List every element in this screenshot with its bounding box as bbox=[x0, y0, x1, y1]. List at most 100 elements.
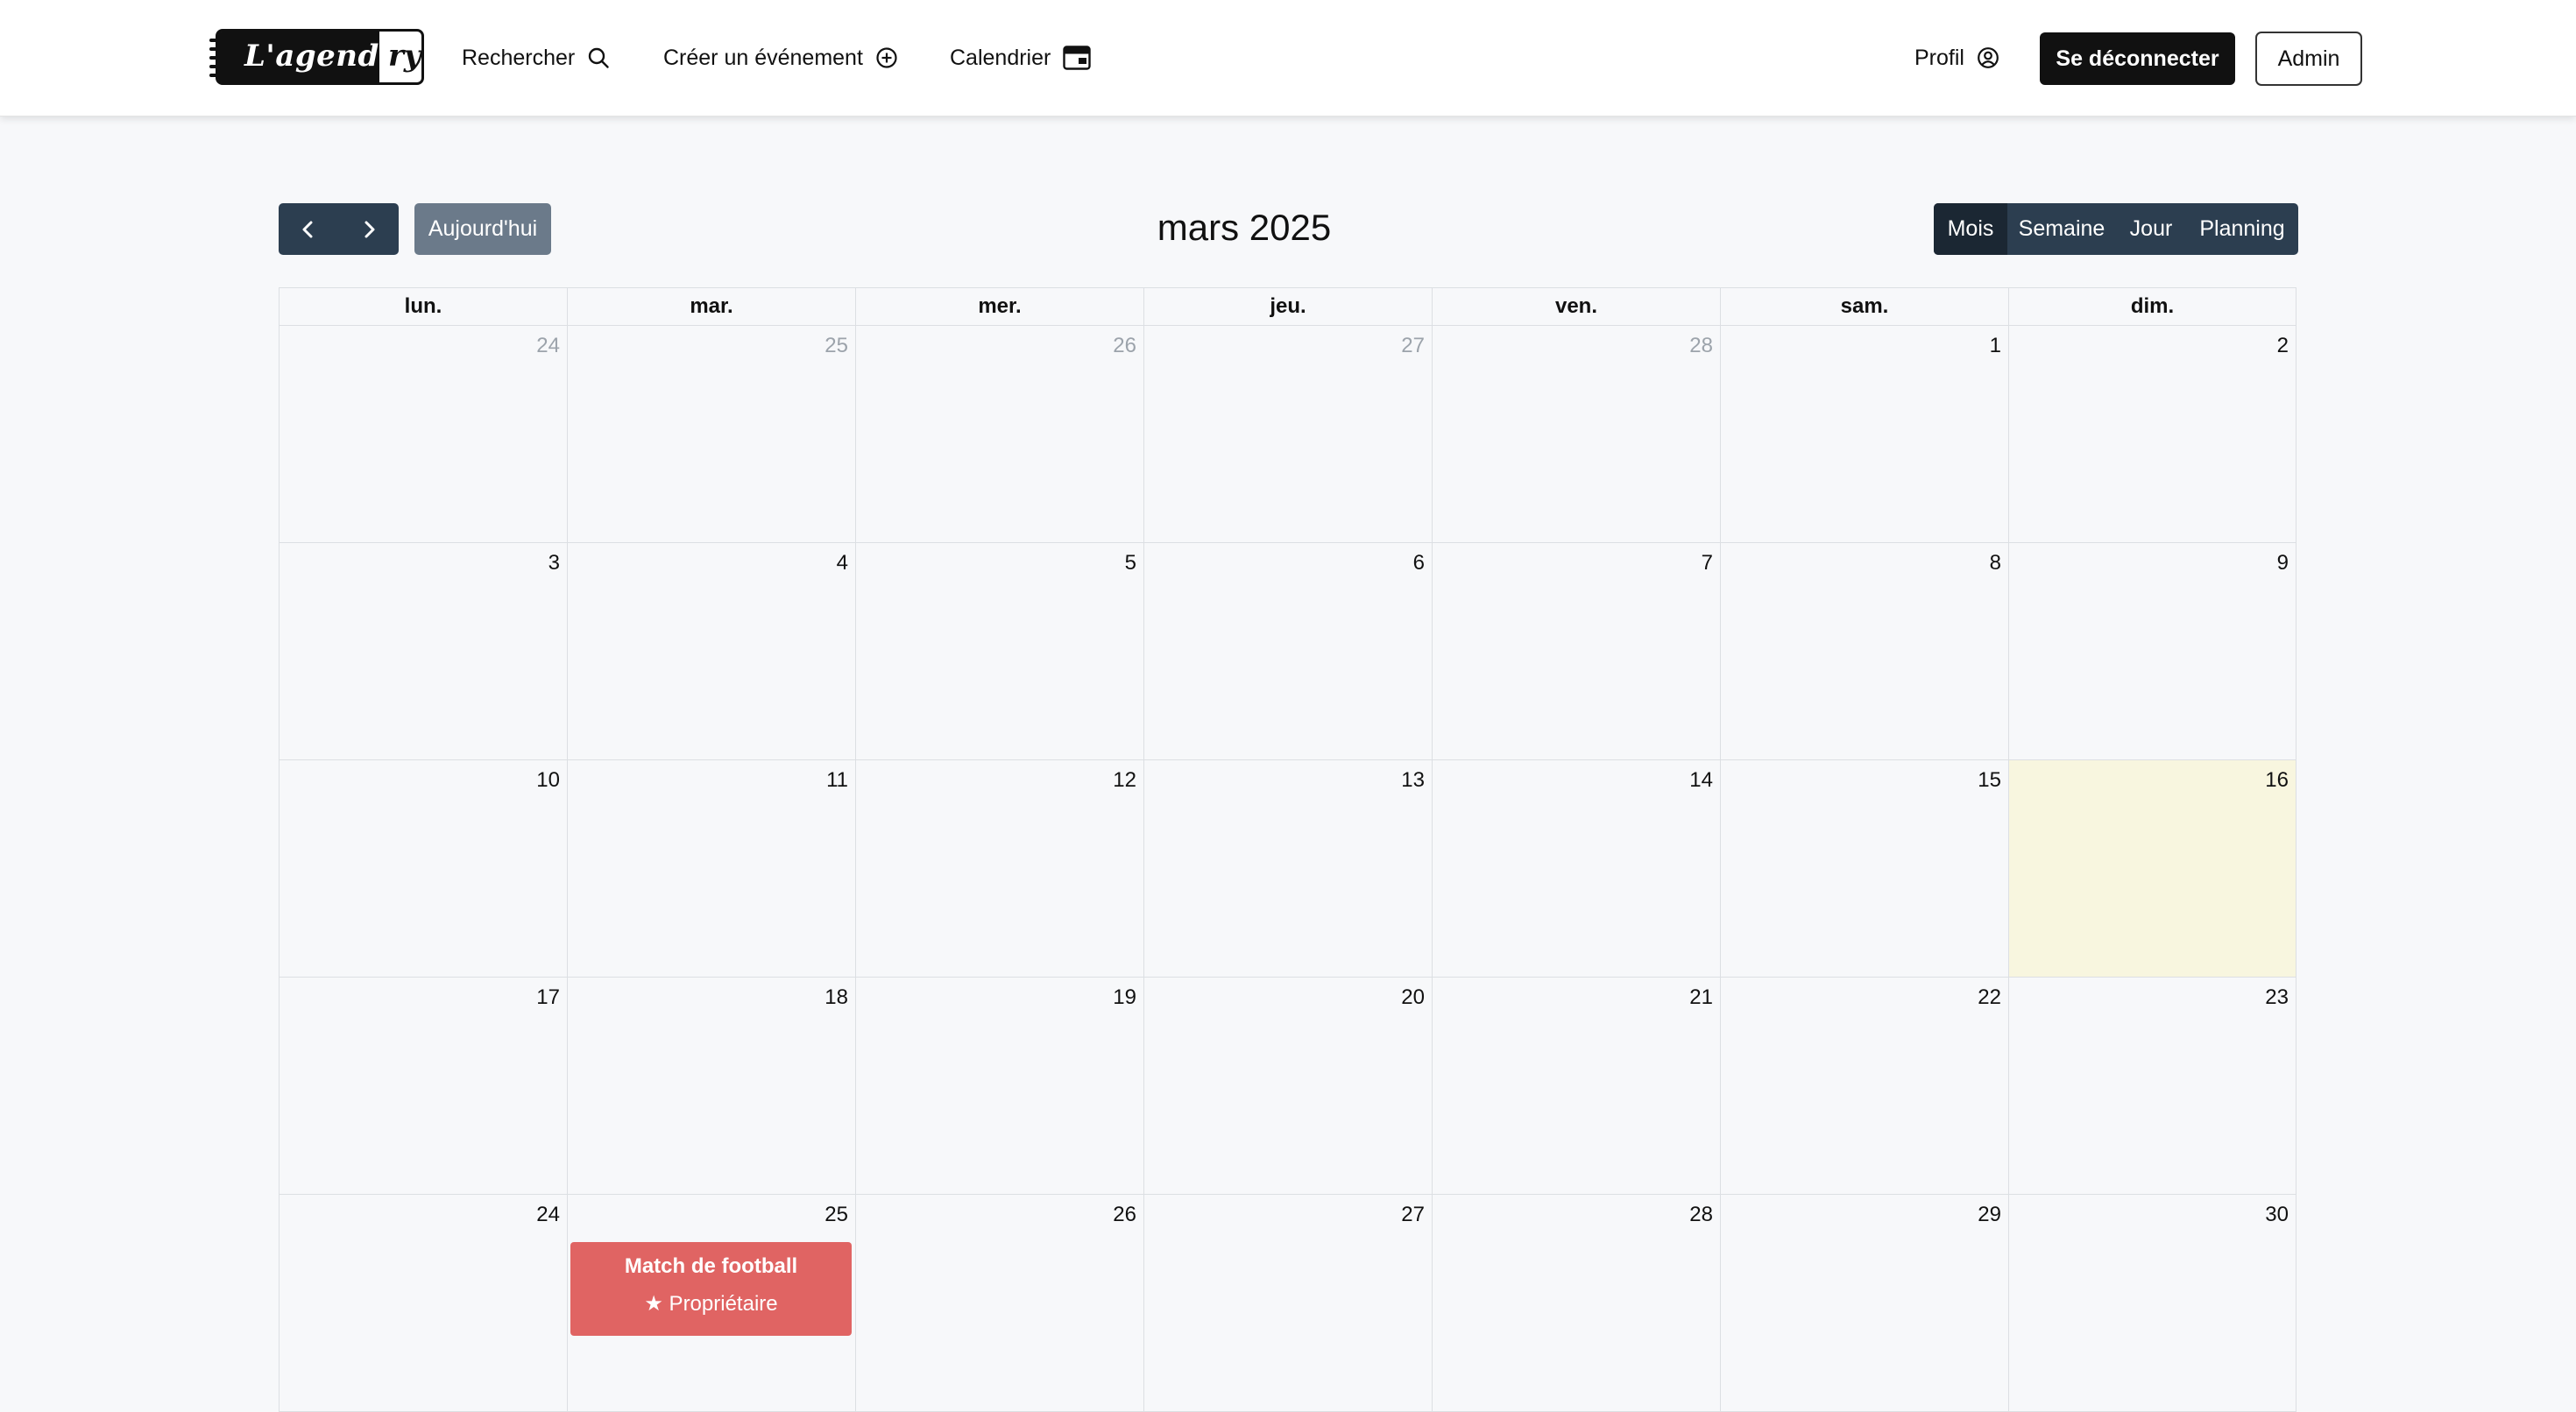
calendar-icon bbox=[1063, 46, 1092, 70]
day-number[interactable]: 9 bbox=[2277, 551, 2289, 575]
nav-search-label: Rechercher bbox=[462, 45, 576, 70]
weekday-header: jeu. bbox=[1143, 287, 1432, 326]
day-cell[interactable]: 7 bbox=[1432, 543, 1720, 760]
nav-calendar[interactable]: Calendrier bbox=[950, 40, 1092, 75]
day-number[interactable]: 15 bbox=[1978, 768, 2001, 793]
day-cell[interactable]: 9 bbox=[2008, 543, 2296, 760]
day-number[interactable]: 11 bbox=[826, 768, 848, 793]
day-cell[interactable]: 25 Match de football ★ Propriétaire bbox=[567, 1195, 855, 1412]
day-cell[interactable]: 2 bbox=[2008, 326, 2296, 543]
brand-logo[interactable]: L'agenda ry bbox=[209, 29, 424, 85]
day-number[interactable]: 3 bbox=[548, 551, 560, 575]
day-cell[interactable]: 5 bbox=[855, 543, 1143, 760]
day-number[interactable]: 16 bbox=[2265, 768, 2289, 793]
day-cell[interactable]: 6 bbox=[1143, 543, 1432, 760]
day-cell[interactable]: 10 bbox=[279, 760, 567, 978]
day-number[interactable]: 4 bbox=[837, 551, 848, 575]
day-number[interactable]: 26 bbox=[1113, 1203, 1136, 1227]
day-cell[interactable]: 11 bbox=[567, 760, 855, 978]
weekday-header-row: lun. mar. mer. jeu. ven. sam. dim. bbox=[279, 287, 2298, 326]
day-number[interactable]: 5 bbox=[1125, 551, 1136, 575]
day-cell[interactable]: 1 bbox=[1720, 326, 2008, 543]
day-number[interactable]: 25 bbox=[824, 334, 848, 358]
day-cell[interactable]: 17 bbox=[279, 978, 567, 1195]
chevron-right-icon bbox=[364, 221, 375, 237]
day-number[interactable]: 1 bbox=[1990, 334, 2001, 358]
day-cell[interactable]: 27 bbox=[1143, 326, 1432, 543]
weekday-header: sam. bbox=[1720, 287, 2008, 326]
day-number[interactable]: 24 bbox=[536, 1203, 560, 1227]
nav-profile-label: Profil bbox=[1914, 45, 1964, 70]
day-number[interactable]: 28 bbox=[1689, 1203, 1713, 1227]
day-cell[interactable]: 22 bbox=[1720, 978, 2008, 1195]
day-number[interactable]: 20 bbox=[1401, 985, 1425, 1010]
day-cell[interactable]: 19 bbox=[855, 978, 1143, 1195]
day-number[interactable]: 24 bbox=[536, 334, 560, 358]
day-number[interactable]: 27 bbox=[1401, 1203, 1425, 1227]
day-cell[interactable]: 18 bbox=[567, 978, 855, 1195]
day-number[interactable]: 25 bbox=[824, 1203, 848, 1227]
day-number[interactable]: 26 bbox=[1113, 334, 1136, 358]
date-navigation-group bbox=[279, 203, 399, 255]
day-cell[interactable]: 12 bbox=[855, 760, 1143, 978]
week-row: 24 25 26 27 28 1 2 bbox=[279, 326, 2298, 543]
day-number[interactable]: 18 bbox=[824, 985, 848, 1010]
day-cell[interactable]: 20 bbox=[1143, 978, 1432, 1195]
user-circle-icon bbox=[1978, 47, 1999, 68]
next-button[interactable] bbox=[339, 203, 400, 255]
prev-button[interactable] bbox=[279, 203, 339, 255]
day-number[interactable]: 21 bbox=[1689, 985, 1713, 1010]
day-number[interactable]: 7 bbox=[1702, 551, 1713, 575]
calendar-title: mars 2025 bbox=[1157, 207, 1332, 248]
day-number[interactable]: 8 bbox=[1990, 551, 2001, 575]
day-number[interactable]: 6 bbox=[1413, 551, 1425, 575]
day-number[interactable]: 14 bbox=[1689, 768, 1713, 793]
day-cell[interactable]: 27 bbox=[1143, 1195, 1432, 1412]
day-cell[interactable]: 26 bbox=[855, 326, 1143, 543]
day-number[interactable]: 2 bbox=[2277, 334, 2289, 358]
day-number[interactable]: 28 bbox=[1689, 334, 1713, 358]
day-number[interactable]: 12 bbox=[1113, 768, 1136, 793]
admin-button[interactable]: Admin bbox=[2255, 32, 2362, 86]
day-number[interactable]: 17 bbox=[536, 985, 560, 1010]
week-row: 3 4 5 6 7 8 9 bbox=[279, 543, 2298, 760]
day-cell[interactable]: 23 bbox=[2008, 978, 2296, 1195]
day-cell[interactable]: 28 bbox=[1432, 326, 1720, 543]
weekday-header: lun. bbox=[279, 287, 567, 326]
day-number[interactable]: 27 bbox=[1401, 334, 1425, 358]
view-agenda-button[interactable]: Planning bbox=[2186, 203, 2298, 255]
day-cell[interactable]: 3 bbox=[279, 543, 567, 760]
day-cell[interactable]: 29 bbox=[1720, 1195, 2008, 1412]
day-cell[interactable]: 30 bbox=[2008, 1195, 2296, 1412]
day-number[interactable]: 10 bbox=[536, 768, 560, 793]
weekday-header: mar. bbox=[567, 287, 855, 326]
nav-profile[interactable]: Profil bbox=[1914, 40, 1999, 75]
day-number[interactable]: 29 bbox=[1978, 1203, 2001, 1227]
day-cell[interactable]: 15 bbox=[1720, 760, 2008, 978]
calendar-event[interactable]: Match de football ★ Propriétaire bbox=[570, 1242, 852, 1336]
day-cell[interactable]: 13 bbox=[1143, 760, 1432, 978]
day-cell[interactable]: 25 bbox=[567, 326, 855, 543]
day-cell[interactable]: 4 bbox=[567, 543, 855, 760]
day-cell[interactable]: 24 bbox=[279, 326, 567, 543]
day-cell[interactable]: 26 bbox=[855, 1195, 1143, 1412]
view-week-button[interactable]: Semaine bbox=[2007, 203, 2116, 255]
day-number[interactable]: 23 bbox=[2265, 985, 2289, 1010]
nav-search[interactable]: Rechercher bbox=[462, 40, 610, 75]
today-button[interactable]: Aujourd'hui bbox=[414, 203, 551, 255]
day-cell[interactable]: 14 bbox=[1432, 760, 1720, 978]
day-number[interactable]: 30 bbox=[2265, 1203, 2289, 1227]
view-month-button[interactable]: Mois bbox=[1934, 203, 2007, 255]
day-number[interactable]: 13 bbox=[1401, 768, 1425, 793]
nav-calendar-label: Calendrier bbox=[950, 45, 1051, 70]
logout-button[interactable]: Se déconnecter bbox=[2040, 32, 2235, 85]
view-day-button[interactable]: Jour bbox=[2116, 203, 2186, 255]
day-cell[interactable]: 24 bbox=[279, 1195, 567, 1412]
day-cell[interactable]: 21 bbox=[1432, 978, 1720, 1195]
nav-create-event[interactable]: Créer un événement bbox=[663, 40, 898, 75]
day-cell[interactable]: 8 bbox=[1720, 543, 2008, 760]
day-cell[interactable]: 28 bbox=[1432, 1195, 1720, 1412]
day-cell-today[interactable]: 16 bbox=[2008, 760, 2296, 978]
day-number[interactable]: 19 bbox=[1113, 985, 1136, 1010]
day-number[interactable]: 22 bbox=[1978, 985, 2001, 1010]
